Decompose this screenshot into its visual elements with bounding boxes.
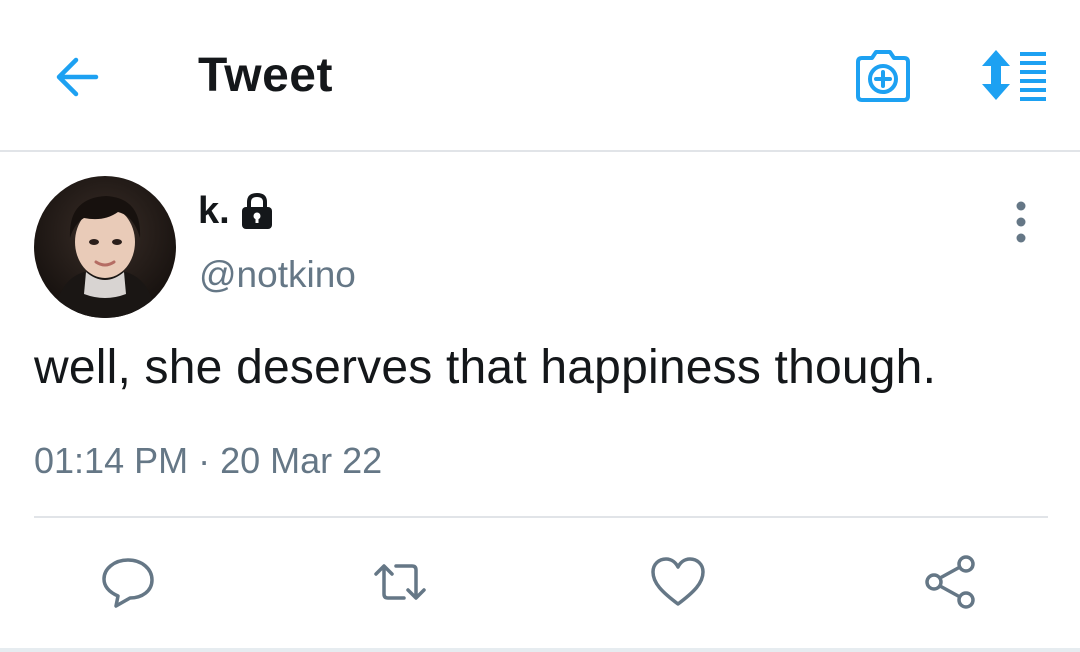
avatar[interactable] [34,176,176,318]
retweet-button[interactable] [370,552,430,612]
user-handle[interactable]: @notkino [199,254,356,296]
tweet-date: 20 Mar 22 [220,440,383,481]
sort-button[interactable] [974,46,1052,104]
tweet-timestamp: 01:14 PM · 20 Mar 22 [34,440,382,482]
display-name[interactable]: k. [198,190,230,233]
camera-plus-icon [856,50,910,102]
meta-separator: · [198,440,211,481]
tweet-detail-screen: Tweet k. @notkino well, she deserves tha… [0,0,1080,652]
vertical-dots-icon [1016,201,1026,243]
divider [34,516,1048,518]
page-title: Tweet [198,49,333,102]
like-button[interactable] [648,552,708,612]
back-arrow-icon [56,57,99,97]
avatar-image [34,176,176,318]
author-name-row: k. [198,186,274,236]
tweet-time: 01:14 PM [34,440,189,481]
back-button[interactable] [50,50,104,104]
more-options-button[interactable] [1006,200,1036,244]
share-button[interactable] [920,552,980,612]
bottom-separator [0,648,1080,652]
top-app-bar: Tweet [0,0,1080,152]
lock-icon [240,191,274,231]
retweet-icon [374,564,426,600]
sort-list-icon [982,50,1046,101]
reply-bubble-icon [102,558,154,608]
reply-button[interactable] [98,552,158,612]
camera-button[interactable] [852,46,914,104]
heart-icon [651,557,705,606]
tweet-text: well, she deserves that happiness though… [34,341,937,394]
share-icon [925,555,975,609]
